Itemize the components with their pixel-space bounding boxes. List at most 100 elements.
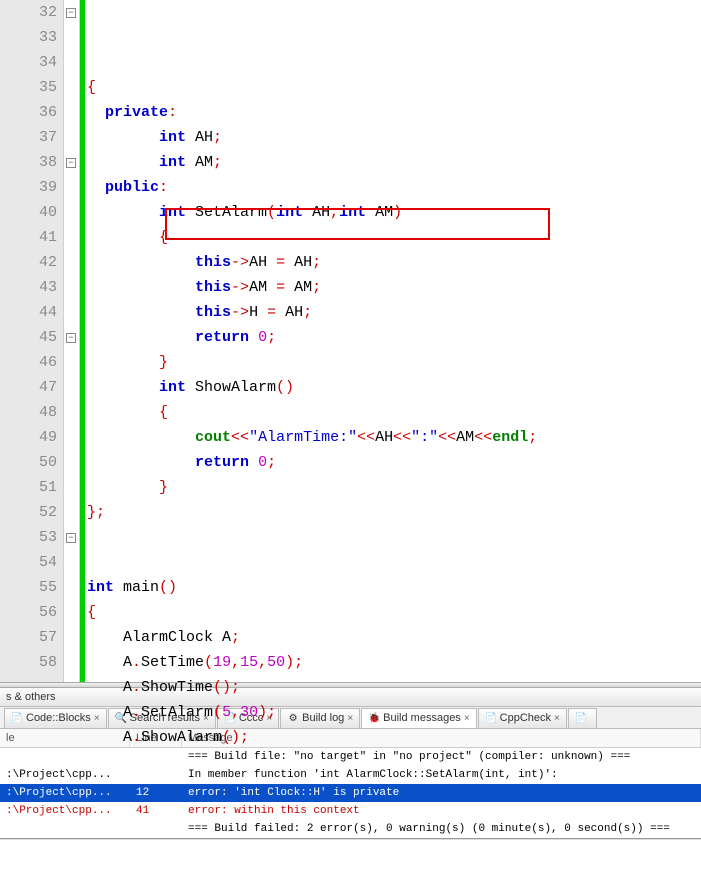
code-line[interactable]: A.ShowAlarm();	[87, 725, 701, 750]
code-line[interactable]: return 0;	[87, 325, 701, 350]
token-ident	[87, 229, 159, 246]
code-line[interactable]: {	[87, 75, 701, 100]
line-number: 58	[0, 650, 57, 675]
line-number: 36	[0, 100, 57, 125]
line-number: 35	[0, 75, 57, 100]
message-row[interactable]: :\Project\cpp...In member function 'int …	[0, 766, 701, 784]
token-kw: this	[195, 254, 231, 271]
code-line[interactable]: return 0;	[87, 450, 701, 475]
token-op: <<	[474, 429, 492, 446]
code-line[interactable]: int ShowAlarm()	[87, 375, 701, 400]
line-number: 39	[0, 175, 57, 200]
token-ident: AH	[249, 254, 276, 271]
code-line[interactable]: A.SetAlarm(5,30);	[87, 700, 701, 725]
token-num: 50	[267, 654, 285, 671]
code-line[interactable]: A.ShowTime();	[87, 675, 701, 700]
token-op: ,	[231, 704, 240, 721]
line-number: 47	[0, 375, 57, 400]
token-num: 0	[258, 329, 267, 346]
code-line[interactable]: {	[87, 400, 701, 425]
line-number: 34	[0, 50, 57, 75]
token-ident: AM	[186, 154, 213, 171]
token-ident	[87, 254, 195, 271]
code-line[interactable]: int SetAlarm(int AH,int AM)	[87, 200, 701, 225]
fold-toggle[interactable]: −	[66, 333, 76, 343]
code-line[interactable]: this->H = AH;	[87, 300, 701, 325]
token-op: ;	[231, 629, 240, 646]
bottom-border	[0, 838, 701, 840]
msg-text: === Build failed: 2 error(s), 0 warning(…	[182, 820, 701, 838]
token-ident: SetTime	[141, 654, 204, 671]
token-op: =	[276, 254, 285, 271]
code-line[interactable]: {	[87, 600, 701, 625]
line-number: 44	[0, 300, 57, 325]
code-line[interactable]: A.SetTime(19,15,50);	[87, 650, 701, 675]
message-row[interactable]: :\Project\cpp...12error: 'int Clock::H' …	[0, 784, 701, 802]
message-row[interactable]: === Build file: "no target" in "no proje…	[0, 748, 701, 766]
code-line[interactable]: int AH;	[87, 125, 701, 150]
code-line[interactable]: private:	[87, 100, 701, 125]
line-number: 46	[0, 350, 57, 375]
code-line[interactable]: }	[87, 475, 701, 500]
code-line[interactable]: };	[87, 500, 701, 525]
code-line[interactable]: public:	[87, 175, 701, 200]
token-op: }	[159, 479, 168, 496]
token-kw: return	[195, 329, 249, 346]
token-op: ()	[159, 579, 177, 596]
token-op: {	[87, 79, 96, 96]
token-kw: this	[195, 304, 231, 321]
token-op: (	[204, 654, 213, 671]
code-line[interactable]: int main()	[87, 575, 701, 600]
msg-line	[130, 766, 182, 784]
token-ident: AH	[375, 429, 393, 446]
code-line[interactable]: {	[87, 225, 701, 250]
token-op: .	[132, 654, 141, 671]
code-line[interactable]: }	[87, 350, 701, 375]
code-line[interactable]: this->AM = AM;	[87, 275, 701, 300]
token-kw: return	[195, 454, 249, 471]
fold-toggle[interactable]: −	[66, 533, 76, 543]
messages-body[interactable]: === Build file: "no target" in "no proje…	[0, 748, 701, 838]
token-op: }	[159, 354, 168, 371]
token-op: )	[393, 204, 402, 221]
fold-toggle[interactable]: −	[66, 158, 76, 168]
msg-text: === Build file: "no target" in "no proje…	[182, 748, 701, 766]
code-line[interactable]	[87, 525, 701, 550]
token-ident	[87, 329, 195, 346]
token-kw: int	[339, 204, 366, 221]
token-op: ->	[231, 279, 249, 296]
code-line[interactable]: AlarmClock A;	[87, 625, 701, 650]
code-line[interactable]: this->AH = AH;	[87, 250, 701, 275]
msg-line: 12	[130, 784, 182, 802]
code-content[interactable]: { private: int AH; int AM; public: int S…	[85, 0, 701, 682]
msg-file: :\Project\cpp...	[0, 784, 130, 802]
token-ident	[87, 304, 195, 321]
token-op: ;	[312, 254, 321, 271]
code-line[interactable]: cout<<"AlarmTime:"<<AH<<":"<<AM<<endl;	[87, 425, 701, 450]
line-number: 56	[0, 600, 57, 625]
token-ident	[249, 454, 258, 471]
token-ident: ShowTime	[141, 679, 213, 696]
line-number: 54	[0, 550, 57, 575]
token-ident	[87, 429, 195, 446]
token-op: <<	[231, 429, 249, 446]
message-row[interactable]: === Build failed: 2 error(s), 0 warning(…	[0, 820, 701, 838]
token-op: ;	[213, 129, 222, 146]
code-line[interactable]: int AM;	[87, 150, 701, 175]
token-ident	[87, 179, 105, 196]
token-ident: ShowAlarm	[186, 379, 276, 396]
token-op: .	[132, 679, 141, 696]
message-row[interactable]: :\Project\cpp...41error: within this con…	[0, 802, 701, 820]
token-ident: ShowAlarm	[141, 729, 222, 746]
token-str: ":"	[411, 429, 438, 446]
token-ident: SetAlarm	[186, 204, 267, 221]
token-op: <<	[393, 429, 411, 446]
token-ident	[87, 279, 195, 296]
code-editor[interactable]: 3233343536373839404142434445464748495051…	[0, 0, 701, 682]
token-op: (	[267, 204, 276, 221]
fold-toggle[interactable]: −	[66, 8, 76, 18]
token-ident: AH	[285, 254, 312, 271]
fold-column[interactable]: − − − −	[64, 0, 80, 682]
token-op: .	[132, 704, 141, 721]
code-line[interactable]	[87, 550, 701, 575]
